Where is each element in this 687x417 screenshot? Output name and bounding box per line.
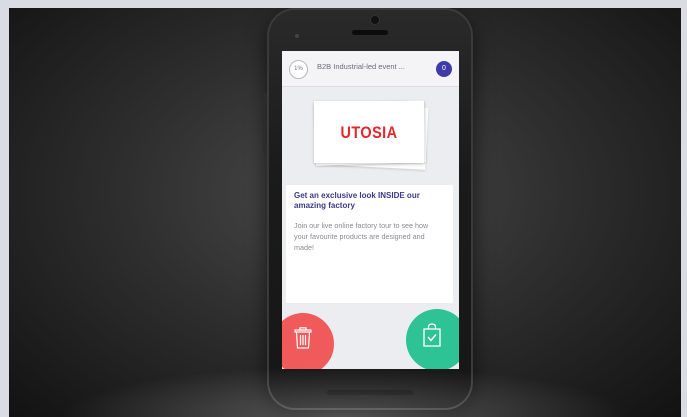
app-screen: 1% B2B Industrial-led event ... 0 UTOSIA… (282, 51, 459, 369)
timer-indicator: 1% (289, 60, 308, 79)
offer-card[interactable]: Get an exclusive look INSIDE our amazing… (286, 185, 453, 303)
brand-logo: UTOSIA (340, 123, 398, 142)
proximity-sensor (295, 34, 299, 38)
counter-badge[interactable]: 0 (436, 61, 452, 77)
phone-device: 1% B2B Industrial-led event ... 0 UTOSIA… (263, 8, 473, 410)
event-title[interactable]: B2B Industrial-led event ... (317, 62, 427, 71)
discard-button[interactable] (282, 313, 334, 369)
offer-headline: Get an exclusive look INSIDE our amazing… (294, 191, 420, 210)
background-stage: 1% B2B Industrial-led event ... 0 UTOSIA… (9, 8, 681, 417)
brand-card-stack: UTOSIA (311, 99, 431, 170)
brand-card: UTOSIA (314, 101, 424, 163)
earpiece-speaker (352, 30, 388, 35)
offer-description: Join our live online factory tour to see… (294, 221, 429, 252)
trash-icon (294, 327, 312, 349)
front-camera (371, 16, 379, 24)
top-bar: 1% B2B Industrial-led event ... 0 (282, 51, 459, 87)
accept-button[interactable] (406, 309, 459, 369)
bottom-speaker (327, 390, 413, 395)
shopping-bag-check-icon (423, 323, 441, 347)
power-button (263, 93, 267, 153)
